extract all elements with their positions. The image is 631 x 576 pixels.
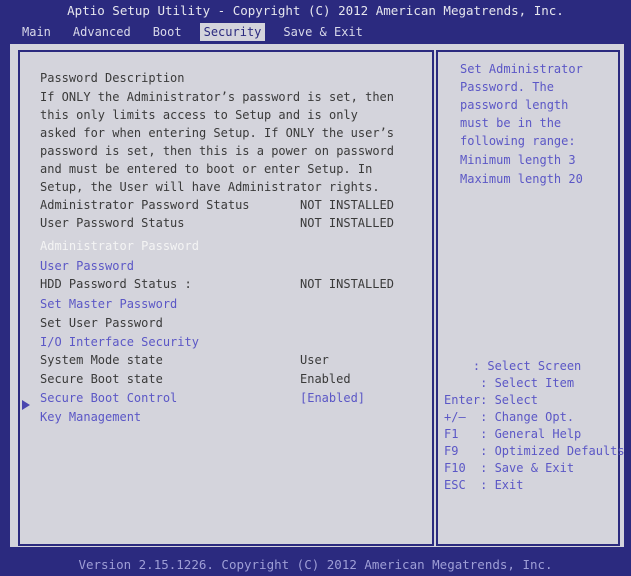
submenu-arrow-icon — [22, 400, 30, 410]
help-text-line: Maximum length 20 — [460, 172, 583, 186]
key-legend-line: F9 : Optimized Defaults — [444, 444, 625, 458]
user-password-item[interactable]: User Password — [40, 258, 134, 274]
admin-password-status-value: NOT INSTALLED — [300, 198, 394, 212]
help-text-line: Set Administrator — [460, 62, 583, 76]
menu-bar: Main Advanced Boot Security Save & Exit — [0, 22, 631, 42]
tab-save-exit[interactable]: Save & Exit — [279, 23, 366, 41]
set-user-password-item: Set User Password — [40, 316, 163, 330]
tab-main[interactable]: Main — [18, 23, 55, 41]
version-footer: Version 2.15.1226. Copyright (C) 2012 Am… — [78, 557, 553, 572]
description-line: Setup, the User will have Administrator … — [40, 180, 380, 194]
secure-boot-control-item[interactable]: Secure Boot Control — [40, 390, 177, 406]
help-text-line: password length — [460, 98, 569, 112]
administrator-password-item[interactable]: Administrator Password — [40, 238, 199, 254]
description-line: password is set, then this is a power on… — [40, 144, 395, 158]
tab-security[interactable]: Security — [199, 23, 266, 41]
key-legend-line: F1 : General Help — [444, 427, 582, 441]
password-description-heading: Password Description — [40, 71, 185, 85]
help-text-line: must be in the — [460, 116, 562, 130]
io-interface-security-item[interactable]: I/O Interface Security — [40, 334, 199, 350]
settings-panel: Password Description If ONLY the Adminis… — [18, 50, 434, 546]
key-legend-line: : Select Item — [444, 376, 575, 390]
help-panel: Set Administrator Password. The password… — [436, 50, 625, 546]
description-line: asked for when entering Setup. If ONLY t… — [40, 126, 395, 140]
key-legend-line: : Select Screen — [444, 359, 582, 373]
system-mode-state-label: System Mode state — [40, 353, 163, 367]
help-text-line: Password. The — [460, 80, 554, 94]
key-legend-line: +/– : Change Opt. — [444, 410, 575, 424]
window-title: Aptio Setup Utility - Copyright (C) 2012… — [67, 3, 564, 18]
hdd-password-status-label: HDD Password Status : — [40, 277, 192, 291]
help-text-line: Minimum length 3 — [460, 153, 576, 167]
tab-advanced[interactable]: Advanced — [69, 23, 135, 41]
key-legend-line: Enter: Select — [444, 393, 538, 407]
set-master-password-item[interactable]: Set Master Password — [40, 296, 177, 312]
tab-boot[interactable]: Boot — [149, 23, 186, 41]
description-line: this only limits access to Setup and is … — [40, 108, 358, 122]
key-legend-line: F10 : Save & Exit — [444, 461, 575, 475]
secure-boot-state-label: Secure Boot state — [40, 372, 163, 386]
user-password-status-label: User Password Status — [40, 216, 185, 230]
secure-boot-control-value[interactable]: [Enabled] — [300, 390, 365, 406]
system-mode-state-value: User — [300, 353, 329, 367]
description-line: and must be entered to boot or enter Set… — [40, 162, 373, 176]
secure-boot-state-value: Enabled — [300, 372, 351, 386]
hdd-password-status-value: NOT INSTALLED — [300, 277, 394, 291]
key-legend-line: ESC : Exit — [444, 478, 524, 492]
main-frame: Password Description If ONLY the Adminis… — [8, 42, 626, 549]
key-management-item[interactable]: Key Management — [40, 409, 141, 425]
user-password-status-value: NOT INSTALLED — [300, 216, 394, 230]
admin-password-status-label: Administrator Password Status — [40, 198, 250, 212]
help-text-line: following range: — [460, 134, 576, 148]
description-line: If ONLY the Administrator’s password is … — [40, 90, 395, 104]
